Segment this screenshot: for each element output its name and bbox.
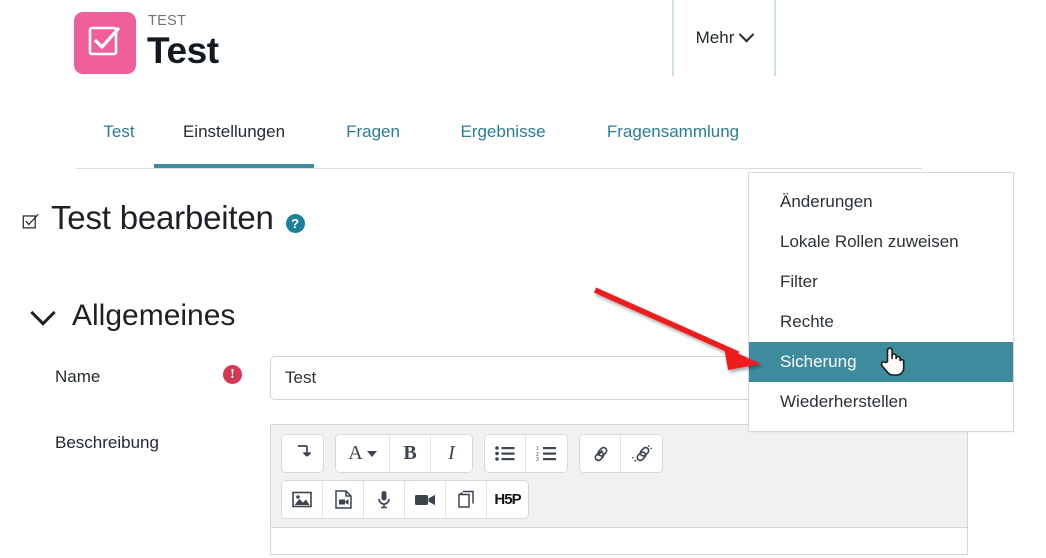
page-heading: Test bearbeiten ?: [22, 196, 305, 240]
microphone-icon[interactable]: [364, 481, 405, 518]
section-title: Allgemeines: [72, 299, 236, 332]
menu-item-filter[interactable]: Filter: [749, 262, 1013, 302]
tab-fragensammlung[interactable]: Fragensammlung: [574, 96, 772, 168]
toolbar-group-expand: [281, 434, 324, 473]
menu-item-lokale-rollen-zuweisen[interactable]: Lokale Rollen zuweisen: [749, 222, 1013, 262]
tab-mehr-label: Mehr: [695, 27, 735, 47]
toolbar-group-lists: 1 2 3: [484, 434, 568, 473]
tab-ergebnisse[interactable]: Ergebnisse: [432, 96, 574, 168]
tab-mehr-dropdown-toggle[interactable]: Mehr: [672, 0, 776, 77]
menu-item-aenderungen[interactable]: Änderungen: [749, 182, 1013, 222]
numbered-list-icon[interactable]: 1 2 3: [526, 435, 567, 472]
quiz-checkbox-icon: [74, 12, 136, 74]
svg-text:3: 3: [536, 457, 539, 461]
h5p-icon[interactable]: H5P: [487, 481, 528, 518]
menu-item-rechte[interactable]: Rechte: [749, 302, 1013, 342]
toolbar-group-media: H5P: [281, 480, 529, 519]
link-icon[interactable]: [580, 435, 621, 472]
text-style-letter: A: [348, 442, 363, 464]
tab-test[interactable]: Test: [84, 96, 154, 168]
bold-icon[interactable]: B: [390, 435, 431, 472]
editor-toolbar: A B I 1 2 3 H5P: [271, 425, 967, 527]
italic-letter: I: [448, 442, 455, 464]
image-icon[interactable]: [282, 481, 323, 518]
toolbar-group-link: [579, 434, 663, 473]
page-title: Test: [147, 30, 219, 71]
activity-tab-bar: Test Einstellungen Fragen Ergebnisse Fra…: [76, 96, 922, 169]
menu-item-sicherung[interactable]: Sicherung: [749, 342, 1013, 382]
description-editor: A B I 1 2 3 H5P: [270, 424, 968, 555]
toolbar-group-format: A B I: [335, 434, 473, 473]
beschreibung-label: Beschreibung: [55, 433, 159, 452]
expand-toolbar-icon[interactable]: [282, 435, 323, 472]
bold-letter: B: [403, 442, 417, 464]
quiz-checkbox-icon: [22, 213, 39, 228]
editor-toolbar-row-2: H5P: [281, 480, 957, 519]
chevron-down-icon: [739, 26, 755, 43]
mehr-dropdown-menu: Änderungen Lokale Rollen zuweisen Filter…: [748, 172, 1014, 432]
menu-item-wiederherstellen[interactable]: Wiederherstellen: [749, 382, 1013, 422]
required-indicator-icon: !: [223, 365, 242, 384]
tab-einstellungen[interactable]: Einstellungen: [154, 96, 314, 168]
page-heading-text: Test bearbeiten: [51, 199, 274, 236]
media-file-icon[interactable]: [323, 481, 364, 518]
activity-header: TEST Test: [0, 0, 1046, 92]
name-label: Name: [55, 367, 101, 386]
help-icon[interactable]: ?: [285, 213, 305, 233]
editor-toolbar-row-1: A B I 1 2 3: [281, 434, 957, 473]
bullet-list-icon[interactable]: [485, 435, 526, 472]
chevron-down-icon: [366, 450, 377, 457]
italic-icon[interactable]: I: [431, 435, 472, 472]
description-textarea[interactable]: [271, 527, 967, 554]
manage-files-icon[interactable]: [446, 481, 487, 518]
chevron-down-icon: [30, 300, 56, 326]
h5p-label: H5P: [494, 491, 521, 508]
text-style-icon[interactable]: A: [336, 435, 390, 472]
unlink-icon[interactable]: [621, 435, 662, 472]
section-allgemeines-toggle[interactable]: Allgemeines: [30, 296, 236, 336]
tab-fragen[interactable]: Fragen: [314, 96, 432, 168]
video-camera-icon[interactable]: [405, 481, 446, 518]
